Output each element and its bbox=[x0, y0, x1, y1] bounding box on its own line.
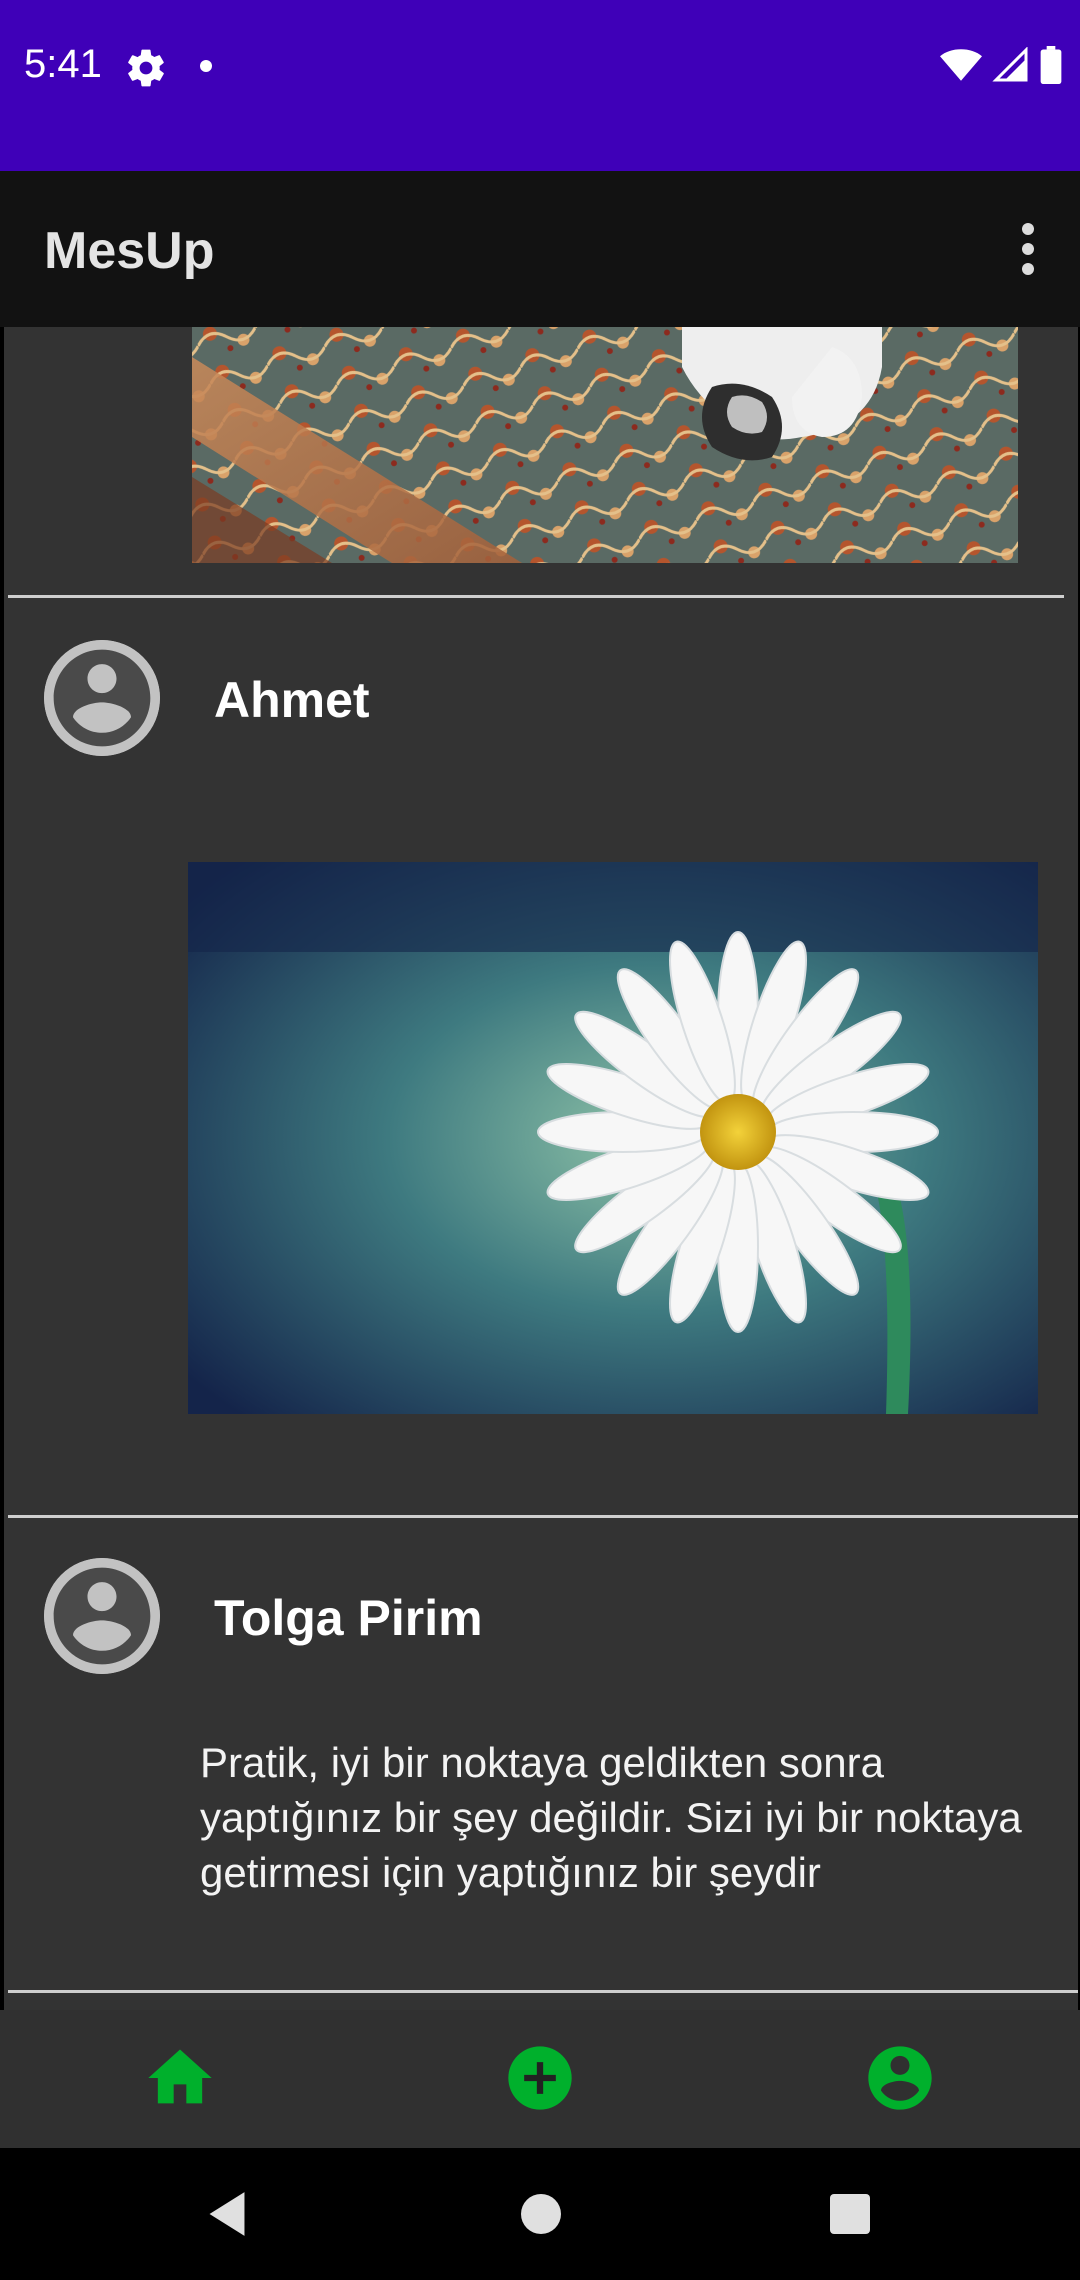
post-author[interactable]: Ahmet bbox=[214, 671, 370, 729]
daisy-flower-photo bbox=[188, 862, 1038, 1414]
carpet-prayer-photo bbox=[192, 327, 1018, 563]
account-circle-icon[interactable] bbox=[44, 1558, 160, 1674]
feed-list: Ahmet Tolga Pirim Pratik, iyi bir noktay… bbox=[4, 327, 1078, 2010]
home-circle-icon[interactable] bbox=[519, 2190, 563, 2238]
more-vert-icon[interactable] bbox=[1016, 223, 1040, 275]
recents-icon[interactable] bbox=[828, 2190, 872, 2238]
signal-icon bbox=[992, 47, 1028, 82]
home-icon[interactable] bbox=[142, 2040, 218, 2116]
account-circle-icon[interactable] bbox=[862, 2040, 938, 2116]
post-divider bbox=[8, 1515, 1078, 1518]
bottom-navigation bbox=[0, 2010, 1080, 2148]
status-bar: 5:41 bbox=[0, 0, 1080, 171]
app-bar: MesUp bbox=[0, 171, 1080, 327]
post-text: Pratik, iyi bir noktaya geldikten sonra … bbox=[200, 1739, 1022, 1896]
post-author[interactable]: Tolga Pirim bbox=[214, 1589, 483, 1647]
wifi-icon bbox=[940, 49, 982, 81]
back-icon[interactable] bbox=[204, 2190, 250, 2238]
notification-dot bbox=[200, 60, 212, 72]
battery-icon bbox=[1040, 46, 1062, 84]
post-divider bbox=[8, 1990, 1078, 1993]
post-image[interactable] bbox=[188, 862, 1038, 1414]
app-title: MesUp bbox=[44, 222, 215, 280]
post-image[interactable] bbox=[192, 327, 1018, 563]
gear-icon bbox=[128, 49, 164, 87]
post-feed[interactable]: Ahmet Tolga Pirim Pratik, iyi bir noktay… bbox=[0, 327, 1080, 2010]
system-navigation bbox=[0, 2148, 1080, 2280]
post-divider bbox=[8, 595, 1064, 598]
status-time: 5:41 bbox=[24, 42, 102, 86]
status-icons bbox=[940, 46, 1062, 84]
account-circle-icon[interactable] bbox=[44, 640, 160, 756]
add-circle-icon[interactable] bbox=[502, 2040, 578, 2116]
